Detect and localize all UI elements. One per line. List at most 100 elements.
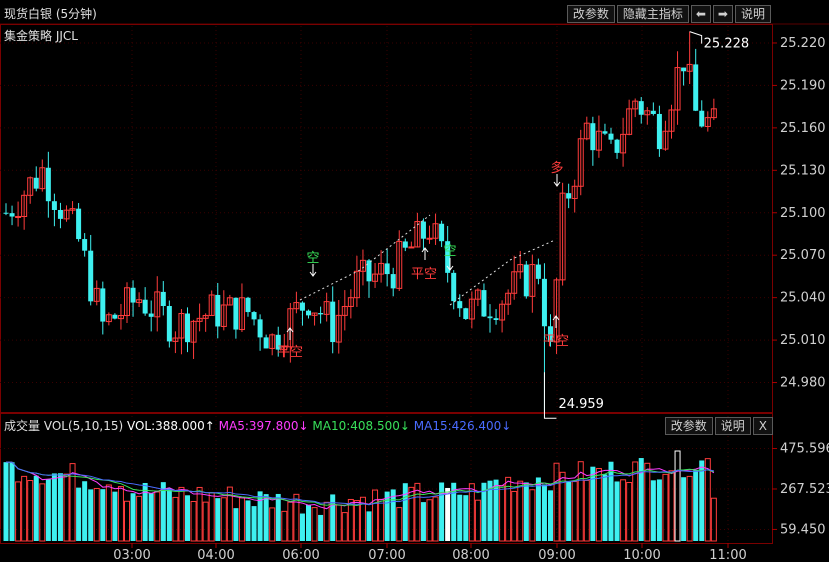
- y-tick-label: 25.130: [780, 163, 826, 178]
- ma10-line: [5, 461, 714, 507]
- volume-bar: [269, 507, 276, 542]
- signal-duo: 多: [550, 160, 563, 176]
- candle-body: [142, 299, 148, 314]
- volume-bar: [378, 498, 385, 542]
- candle-body: [402, 241, 408, 248]
- volume-bar: [21, 475, 28, 542]
- help-button[interactable]: 说明: [734, 5, 771, 23]
- ma15-line: [5, 461, 714, 506]
- volume-bar: [674, 450, 681, 542]
- volume-bar: [136, 495, 143, 542]
- volume-bar: [644, 462, 651, 542]
- volume-bar: [245, 500, 251, 541]
- volume-bar: [202, 501, 209, 542]
- volume-bar: [341, 512, 348, 542]
- volume-bar: [166, 488, 172, 541]
- volume-bar: [445, 487, 451, 541]
- volume-bar: [626, 482, 633, 542]
- volume-ma5: MA5:397.800↓: [218, 419, 309, 433]
- volume-bar: [595, 468, 602, 542]
- low-marker-line: [543, 372, 557, 419]
- volume-bar: [474, 499, 481, 542]
- volume-bar: [112, 491, 118, 541]
- candle-body: [3, 212, 9, 214]
- x-tick-label: 07:00: [368, 548, 405, 562]
- volume-bar: [33, 475, 39, 541]
- x-tick-label: 10:00: [623, 548, 660, 562]
- volume-bar: [439, 482, 445, 541]
- volume-bar: [76, 487, 82, 541]
- volume-bar: [662, 473, 669, 542]
- volume-bar: [208, 492, 215, 542]
- volume-bar: [566, 481, 572, 541]
- candle-body: [318, 313, 324, 315]
- volume-bar: [257, 491, 263, 541]
- signal-kong: 空: [306, 251, 319, 266]
- volume-bar: [353, 500, 360, 542]
- volume-bar: [384, 491, 390, 541]
- x-tick-label: 09:00: [538, 548, 575, 562]
- arrow-right-icon[interactable]: ➡: [712, 5, 733, 23]
- volume-bar: [347, 498, 354, 542]
- volume-bar: [668, 470, 675, 542]
- candle-body: [426, 237, 433, 240]
- volume-bar: [499, 485, 506, 542]
- volume-ma15: MA15:426.400↓: [413, 419, 512, 433]
- candle-body: [493, 318, 499, 320]
- volume-bar: [511, 490, 518, 542]
- volume-bar: [93, 487, 100, 542]
- volume-bar: [130, 493, 136, 541]
- y-tick-label: 25.010: [780, 333, 826, 348]
- candle-body: [215, 294, 221, 327]
- candle-body: [148, 313, 154, 317]
- volume-toolbar: 改参数 说明 X: [663, 417, 773, 435]
- volume-bar: [335, 504, 342, 542]
- candle-body: [523, 264, 529, 297]
- signal-pingkong: 平空: [277, 345, 303, 360]
- volume-bar: [590, 466, 596, 541]
- signal-pingkong: 平空: [411, 267, 437, 282]
- volume-bar: [287, 501, 294, 542]
- volume-bar: [238, 497, 245, 542]
- volume-bar: [105, 484, 112, 542]
- volume-bar: [330, 494, 336, 541]
- candle-body: [535, 264, 541, 279]
- candle-body: [439, 223, 445, 242]
- volume-y-tick-label: 267.523: [780, 482, 829, 497]
- candle-body: [45, 167, 51, 202]
- arrow-left-icon[interactable]: ⬅: [690, 5, 711, 23]
- y-tick-label: 24.980: [780, 376, 826, 391]
- volume-change-params-button[interactable]: 改参数: [664, 417, 713, 435]
- volume-bar: [638, 458, 644, 541]
- volume-bar: [172, 496, 179, 542]
- volume-close-button[interactable]: X: [752, 417, 773, 435]
- change-params-button[interactable]: 改参数: [566, 5, 615, 23]
- y-tick-label: 25.100: [780, 206, 826, 221]
- volume-bar: [318, 514, 324, 541]
- volume-bar: [614, 481, 620, 541]
- y-tick-label: 25.040: [780, 291, 826, 306]
- candle-body: [481, 290, 487, 317]
- candle-body: [408, 246, 415, 249]
- candle-body: [487, 316, 493, 319]
- candle-body: [51, 201, 57, 210]
- volume-bar: [463, 495, 469, 541]
- volume-bar: [148, 493, 154, 541]
- candle-body: [451, 272, 457, 302]
- candle-body: [185, 313, 190, 343]
- x-tick-label: 03:00: [113, 548, 150, 562]
- ma5-line: [5, 461, 715, 510]
- volume-bar: [251, 506, 257, 541]
- signal-pingkong: 平空: [543, 334, 569, 349]
- hide-main-indicator-button[interactable]: 隐藏主指标: [616, 5, 689, 23]
- candle-body: [57, 209, 63, 219]
- volume-bar: [311, 507, 318, 542]
- candle-body: [257, 319, 263, 338]
- candle-body: [82, 239, 88, 251]
- x-tick-label: 08:00: [452, 548, 489, 562]
- chart-title: 现货白银 (5分钟): [4, 7, 97, 21]
- volume-bar: [196, 486, 203, 542]
- volume-help-button[interactable]: 说明: [714, 417, 751, 435]
- volume-bar: [117, 486, 124, 542]
- volume-bar: [656, 479, 662, 541]
